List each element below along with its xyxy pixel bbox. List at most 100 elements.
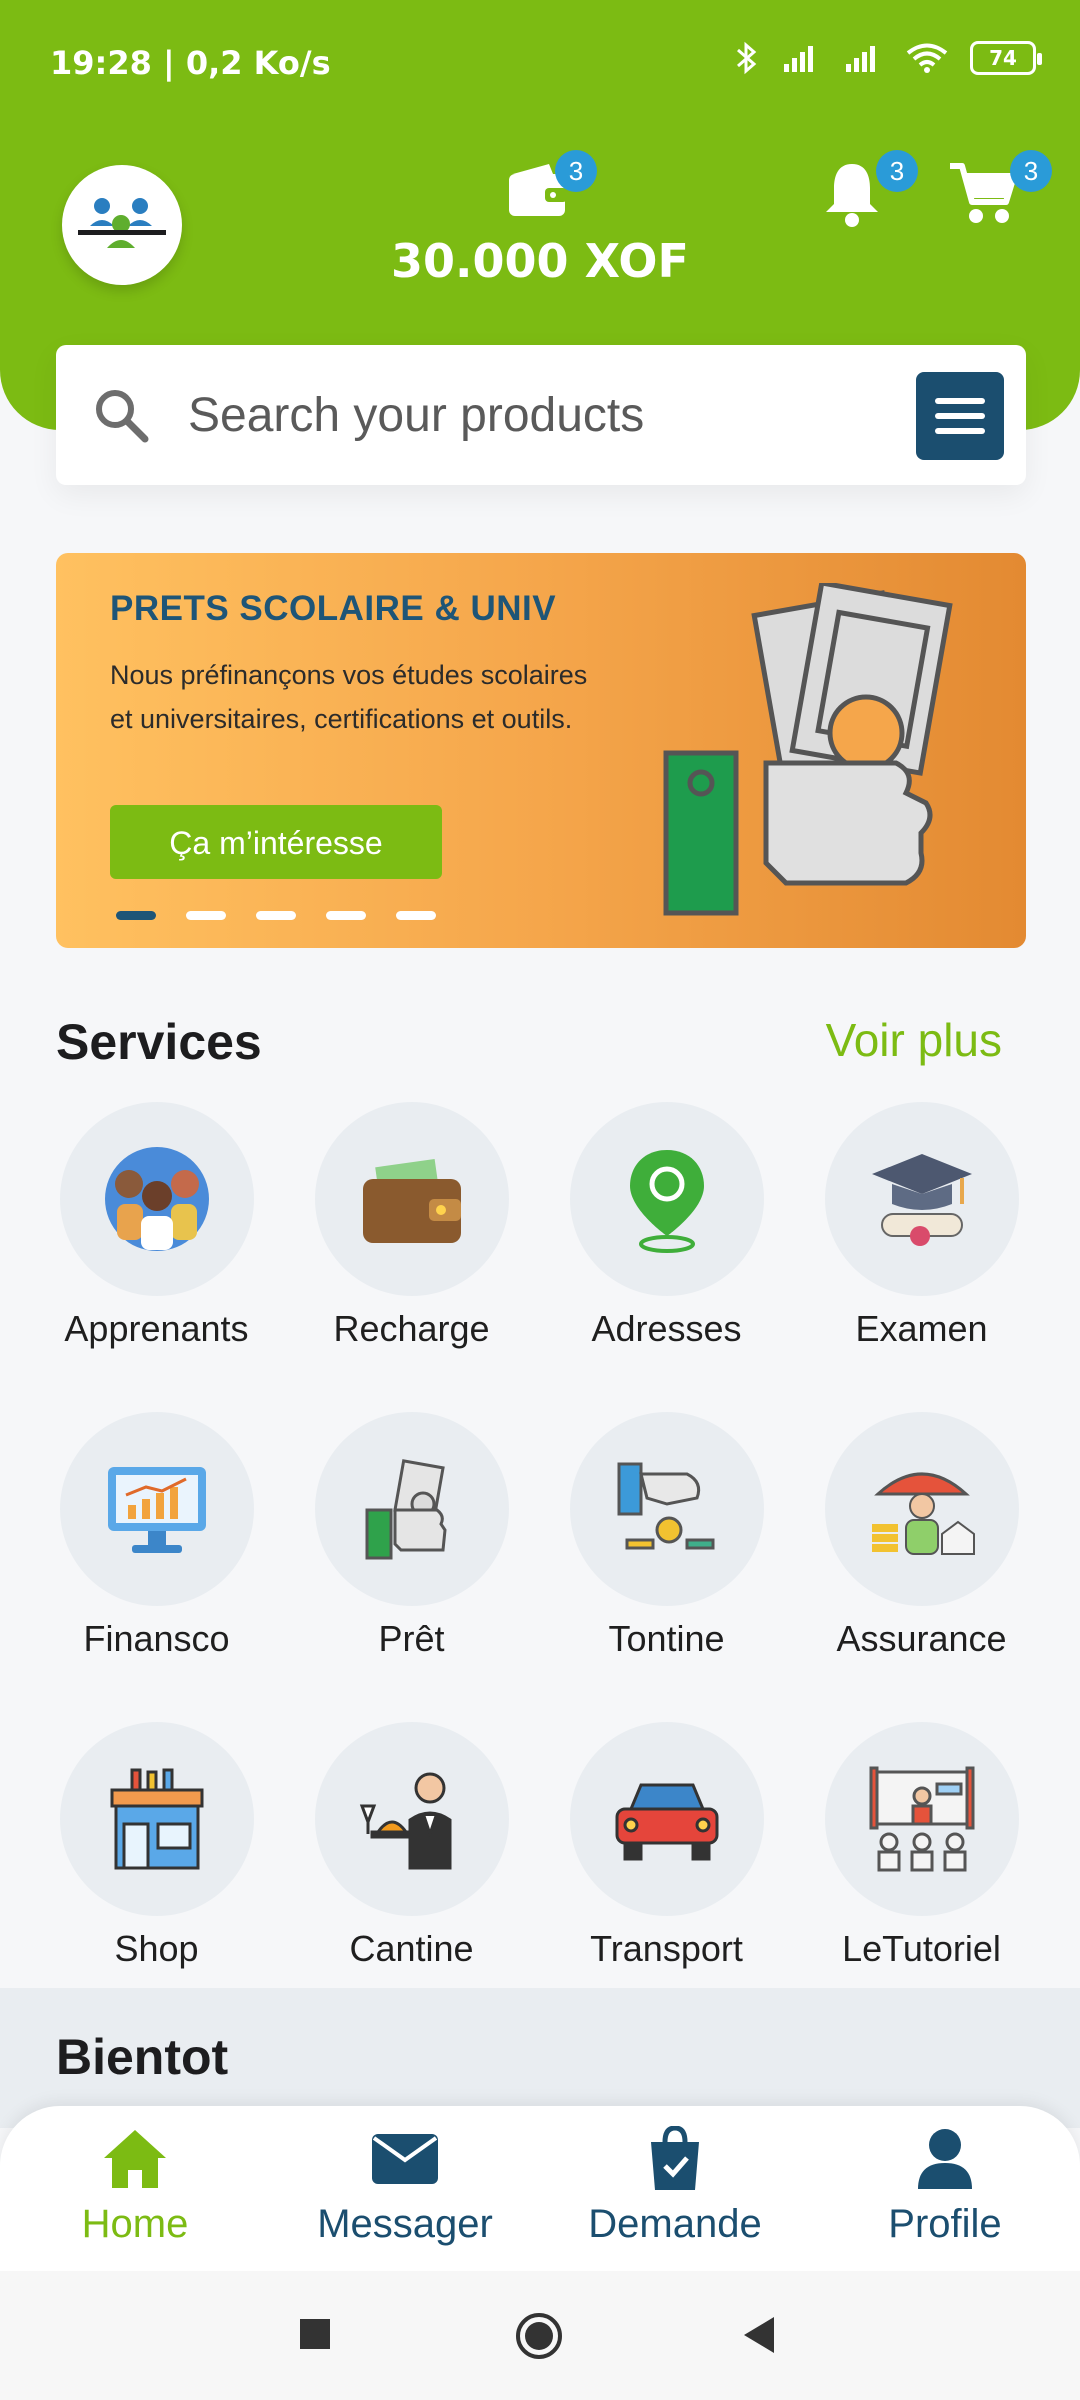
- service-icon-circle: [314, 1102, 509, 1296]
- bell-icon: [826, 164, 878, 227]
- search-bar: [56, 345, 1026, 485]
- status-bar: 19:28 | 0,2 Ko/s 74: [0, 0, 1080, 120]
- banner-title: PRETS SCOLAIRE & UNIV: [110, 589, 557, 628]
- notifications-badge: 3: [876, 150, 918, 192]
- search-icon: [96, 390, 149, 443]
- service-icon-circle: [314, 1412, 509, 1606]
- system-navigation: [0, 2271, 1080, 2400]
- service-icon-circle: [569, 1722, 764, 1916]
- carousel-dot[interactable]: [116, 911, 156, 920]
- hand-money-icon: [365, 1459, 447, 1560]
- service-label: LeTutoriel: [842, 1928, 1001, 1969]
- carousel-dot[interactable]: [396, 911, 436, 920]
- service-icon-circle: [59, 1102, 254, 1296]
- classroom-icon: [869, 1766, 974, 1872]
- nav-messager[interactable]: Messager: [270, 2124, 540, 2247]
- wallet-button[interactable]: 3: [505, 150, 597, 220]
- nav-profile[interactable]: Profile: [810, 2124, 1080, 2247]
- home-system-icon[interactable]: [514, 2311, 564, 2361]
- menu-button[interactable]: [916, 372, 1004, 460]
- service-icon-circle: [569, 1102, 764, 1296]
- umbrella-person-icon: [871, 1472, 975, 1555]
- carousel-dot[interactable]: [256, 911, 296, 920]
- nav-demande[interactable]: Demande: [540, 2124, 810, 2247]
- service-letutoriel[interactable]: LeTutoriel: [794, 1722, 1049, 1970]
- service-apprenants[interactable]: Apprenants: [29, 1102, 284, 1350]
- service-recharge[interactable]: Recharge: [284, 1102, 539, 1350]
- signal-icon-2: [846, 46, 875, 72]
- service-transport[interactable]: Transport: [539, 1722, 794, 1970]
- wallet-icon: [362, 1158, 461, 1243]
- service-assurance[interactable]: Assurance: [794, 1412, 1049, 1660]
- promo-banner[interactable]: PRETS SCOLAIRE & UNIV Nous préfinançons …: [56, 553, 1026, 948]
- service-icon-circle: [59, 1722, 254, 1916]
- wifi-icon: [906, 43, 948, 73]
- services-title: Services: [56, 1014, 262, 1070]
- nav-home[interactable]: Home: [0, 2124, 270, 2247]
- signal-icon: [784, 46, 813, 72]
- home-icon: [104, 2130, 166, 2188]
- location-pin-icon: [629, 1150, 704, 1253]
- wallet-badge: 3: [555, 150, 597, 192]
- notifications-button[interactable]: 3: [822, 150, 918, 228]
- service-label: Shop: [114, 1928, 199, 1969]
- cart-button[interactable]: 3: [948, 150, 1052, 228]
- service-tontine[interactable]: Tontine: [539, 1412, 794, 1660]
- students-icon: [104, 1147, 209, 1251]
- service-label: Examen: [855, 1308, 988, 1349]
- see-more-link[interactable]: Voir plus: [826, 1013, 1002, 1067]
- nav-label: Profile: [888, 2202, 1002, 2246]
- service-shop[interactable]: Shop: [29, 1722, 284, 1970]
- service-cantine[interactable]: Cantine: [284, 1722, 539, 1970]
- service-icon-circle: [59, 1412, 254, 1606]
- back-icon[interactable]: [740, 2315, 778, 2355]
- car-icon: [615, 1783, 718, 1861]
- coming-soon-title: Bientot: [56, 2029, 229, 2085]
- service-label: Apprenants: [64, 1308, 249, 1349]
- service-label: Prêt: [378, 1618, 445, 1659]
- shop-icon: [110, 1768, 203, 1870]
- search-input[interactable]: [186, 375, 836, 455]
- wallet-balance: 30.000 XOF: [391, 234, 689, 288]
- service-icon-circle: [314, 1722, 509, 1916]
- person-icon: [918, 2129, 972, 2189]
- status-time: 19:28 | 0,2 Ko/s: [50, 44, 331, 82]
- waiter-icon: [359, 1772, 451, 1870]
- service-pret[interactable]: Prêt: [284, 1412, 539, 1660]
- nav-label: Messager: [317, 2202, 493, 2246]
- service-label: Tontine: [608, 1618, 725, 1659]
- service-finansco[interactable]: Finansco: [29, 1412, 284, 1660]
- service-label: Finansco: [83, 1618, 230, 1659]
- status-icons: 74: [734, 40, 1042, 76]
- nav-label: Demande: [588, 2202, 762, 2246]
- nav-label: Home: [81, 2202, 189, 2246]
- service-label: Recharge: [333, 1308, 490, 1349]
- monitor-chart-icon: [107, 1467, 206, 1553]
- carousel-dots: [116, 911, 436, 920]
- service-icon-circle: [824, 1722, 1019, 1916]
- service-icon-circle: [824, 1412, 1019, 1606]
- banner-description: Nous préfinançons vos études scolaires e…: [110, 660, 588, 734]
- recents-icon[interactable]: [298, 2317, 332, 2351]
- carousel-dot[interactable]: [326, 911, 366, 920]
- service-label: Assurance: [836, 1618, 1007, 1659]
- bluetooth-icon: [737, 41, 757, 75]
- interested-button[interactable]: Ça m’intéresse: [110, 805, 442, 879]
- service-label: Transport: [590, 1928, 743, 1969]
- carousel-dot[interactable]: [186, 911, 226, 920]
- service-icon-circle: [824, 1102, 1019, 1296]
- bottom-navigation: Home Messager Demande Profile: [0, 2106, 1080, 2271]
- menu-icon: [935, 398, 985, 404]
- coin-hand-icon: [617, 1462, 714, 1550]
- mail-icon: [372, 2134, 438, 2184]
- battery-indicator: 74: [970, 41, 1042, 75]
- hand-money-icon: [663, 583, 953, 916]
- service-label: Adresses: [591, 1308, 742, 1349]
- service-label: Cantine: [349, 1928, 474, 1969]
- cart-badge: 3: [1010, 150, 1052, 192]
- service-examen[interactable]: Examen: [794, 1102, 1049, 1350]
- service-adresses[interactable]: Adresses: [539, 1102, 794, 1350]
- graduation-cap-icon: [871, 1154, 972, 1246]
- service-icon-circle: [569, 1412, 764, 1606]
- shopping-bag-icon: [651, 2126, 699, 2190]
